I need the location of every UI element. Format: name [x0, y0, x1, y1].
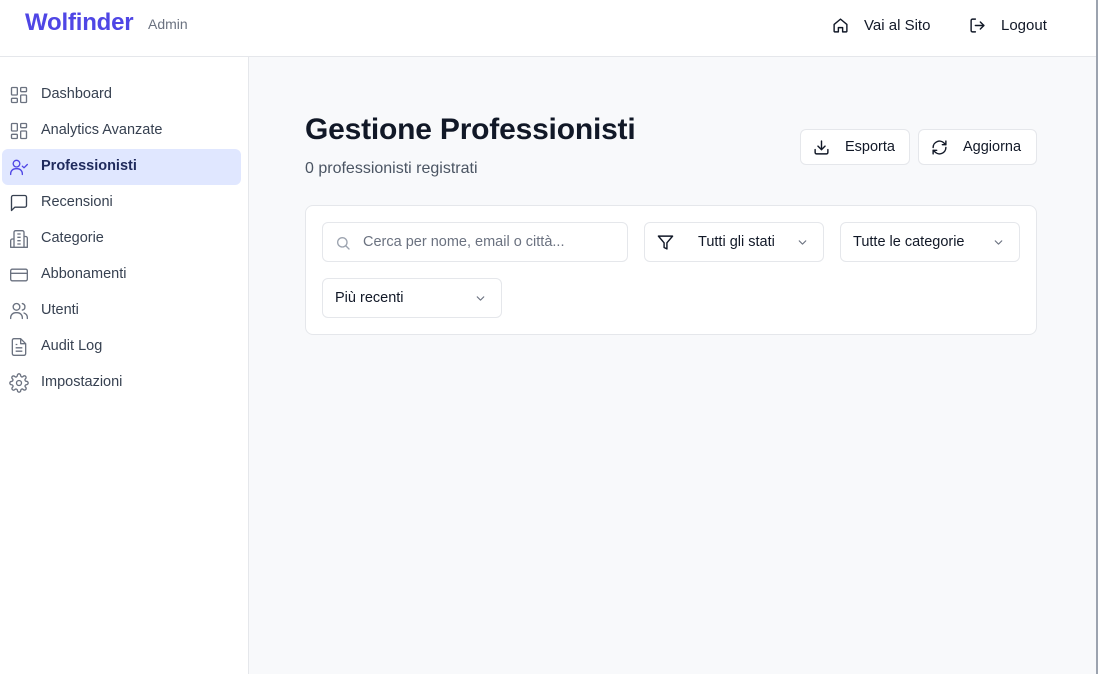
download-icon — [814, 140, 829, 155]
sidebar-item-audit-log[interactable]: Audit Log — [2, 329, 241, 365]
sidebar-item-recensioni[interactable]: Recensioni — [2, 185, 241, 221]
chevron-down-icon — [798, 240, 807, 245]
credit-card-icon — [9, 265, 29, 285]
search-field[interactable] — [322, 222, 628, 262]
sidebar-item-label: Audit Log — [41, 338, 103, 354]
sidebar-item-label: Abbonamenti — [41, 266, 127, 282]
sidebar-item-label: Impostazioni — [41, 374, 123, 390]
brand-logo[interactable]: Wolfinder — [25, 9, 134, 37]
sidebar-item-dashboard[interactable]: Dashboard — [2, 77, 241, 113]
sidebar: Dashboard Analytics Avanzate Professioni… — [0, 57, 249, 674]
sidebar-item-label: Analytics Avanzate — [41, 122, 163, 138]
chevron-down-icon — [476, 296, 485, 301]
status-filter-select[interactable]: Tutti gli stati — [644, 222, 824, 262]
dashboard-grid-icon — [9, 85, 29, 105]
users-icon — [9, 301, 29, 321]
main-content: Gestione Professionisti 0 professionisti… — [250, 57, 1096, 674]
brand-subtitle: Admin — [148, 16, 188, 32]
top-header: Wolfinder Admin Vai al Sito Logout — [0, 0, 1098, 57]
logout-button[interactable]: Logout — [969, 13, 1047, 37]
logout-label: Logout — [1001, 16, 1047, 34]
search-input[interactable] — [363, 231, 618, 253]
chevron-down-icon — [994, 240, 1003, 245]
refresh-icon — [932, 140, 947, 155]
sidebar-item-impostazioni[interactable]: Impostazioni — [2, 365, 241, 401]
sidebar-item-analytics[interactable]: Analytics Avanzate — [2, 113, 241, 149]
user-check-icon — [9, 157, 29, 177]
building-icon — [9, 229, 29, 249]
page-subtitle: 0 professionisti registrati — [305, 160, 478, 177]
refresh-button[interactable]: Aggiorna — [918, 129, 1037, 165]
visit-site-link[interactable]: Vai al Sito — [832, 13, 930, 37]
export-label: Esporta — [845, 139, 895, 155]
filters-card: Tutti gli stati Tutte le categorie Più r… — [305, 205, 1037, 335]
category-filter-select[interactable]: Tutte le categorie — [840, 222, 1020, 262]
sidebar-item-label: Utenti — [41, 302, 79, 318]
analytics-grid-icon — [9, 121, 29, 141]
export-button[interactable]: Esporta — [800, 129, 910, 165]
category-filter-value: Tutte le categorie — [853, 234, 965, 250]
log-out-icon — [970, 17, 985, 33]
sidebar-item-label: Recensioni — [41, 194, 113, 210]
search-icon — [337, 237, 350, 250]
sidebar-item-label: Dashboard — [41, 86, 112, 102]
status-filter-value: Tutti gli stati — [698, 234, 775, 250]
filter-icon — [657, 235, 674, 250]
sidebar-item-label: Professionisti — [41, 158, 137, 174]
refresh-label: Aggiorna — [963, 139, 1022, 155]
message-square-icon — [9, 193, 29, 213]
sidebar-item-professionisti[interactable]: Professionisti — [2, 149, 241, 185]
visit-site-label: Vai al Sito — [864, 16, 931, 34]
sidebar-item-utenti[interactable]: Utenti — [2, 293, 241, 329]
sidebar-item-label: Categorie — [41, 230, 104, 246]
home-icon — [833, 17, 848, 33]
page-title: Gestione Professionisti — [305, 113, 636, 146]
sidebar-item-categorie[interactable]: Categorie — [2, 221, 241, 257]
sidebar-item-abbonamenti[interactable]: Abbonamenti — [2, 257, 241, 293]
file-text-icon — [9, 337, 29, 357]
gear-icon — [9, 373, 29, 393]
sort-value: Più recenti — [335, 290, 404, 306]
sort-select[interactable]: Più recenti — [322, 278, 502, 318]
